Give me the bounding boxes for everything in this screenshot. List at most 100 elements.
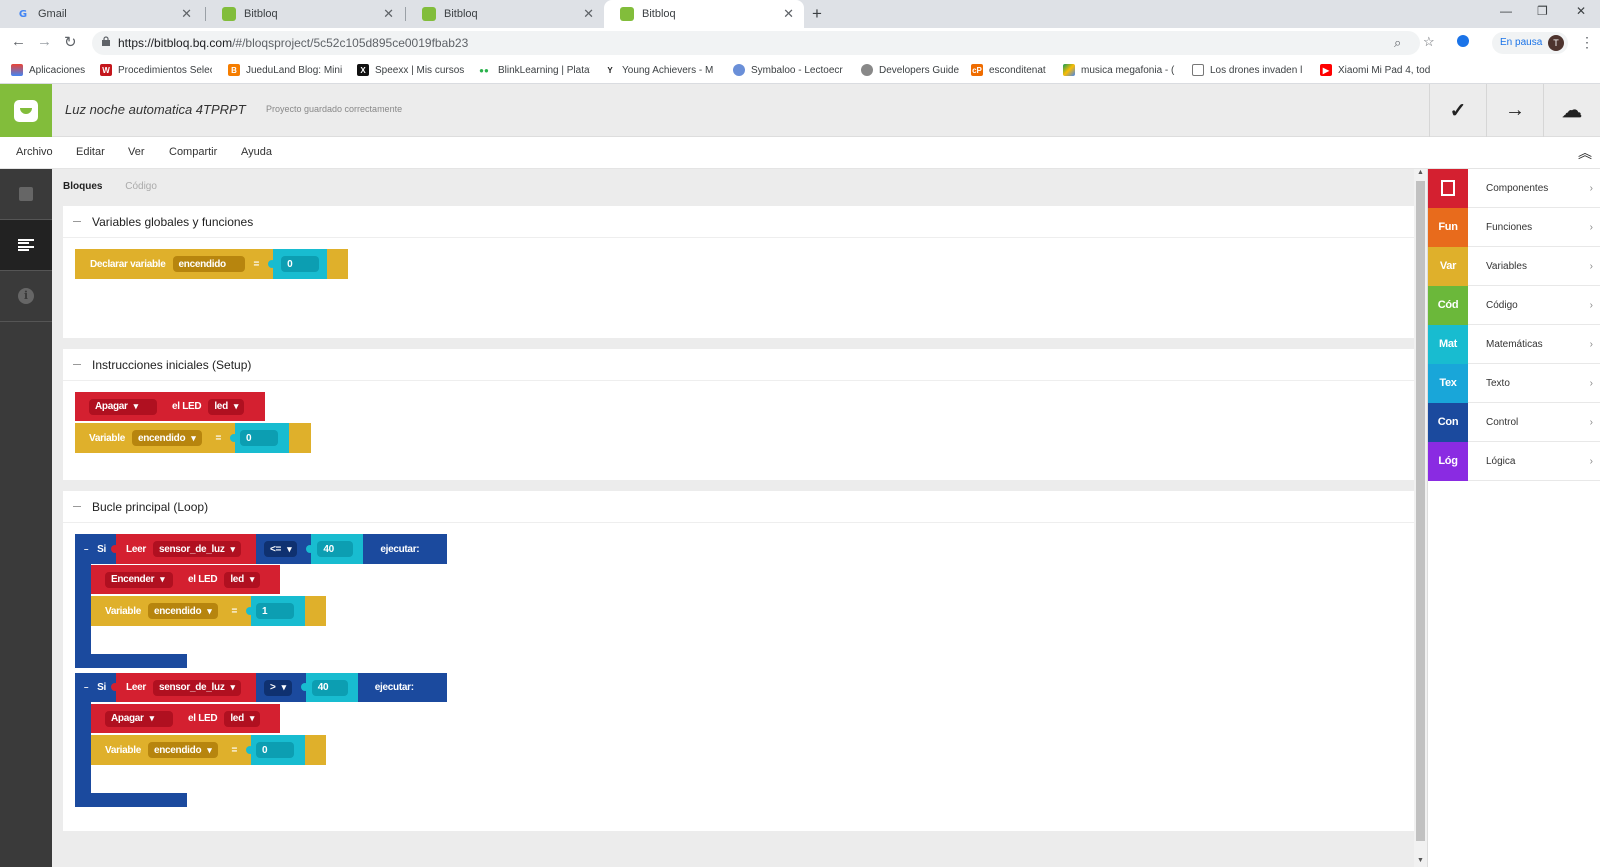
bookmark-item[interactable]: Los drones invaden l bbox=[1192, 64, 1305, 76]
number-block[interactable]: 0 bbox=[230, 423, 290, 453]
browser-tab-bitbloq-2[interactable]: Bitbloq ✕ bbox=[406, 0, 604, 28]
bookmark-star-icon[interactable]: ☆ bbox=[1423, 34, 1435, 50]
bookmark-item[interactable]: Developers Guide bbox=[861, 64, 959, 76]
new-tab-icon[interactable]: + bbox=[812, 4, 822, 24]
collapse-minus-icon[interactable] bbox=[73, 506, 81, 507]
forward-icon[interactable]: → bbox=[37, 33, 52, 50]
reload-icon[interactable]: ↻ bbox=[64, 33, 77, 51]
category-componentes[interactable]: Componentes › bbox=[1428, 168, 1600, 208]
led-off-block[interactable]: Apagar el LED led bbox=[91, 704, 280, 733]
variable-dropdown[interactable]: encendido bbox=[147, 603, 218, 619]
number-block[interactable]: 1 bbox=[246, 596, 306, 626]
loop-header[interactable]: Bucle principal (Loop) bbox=[63, 491, 1414, 523]
menu-ayuda[interactable]: Ayuda bbox=[241, 146, 272, 158]
number-input[interactable]: 0 bbox=[256, 742, 295, 758]
close-tab-icon[interactable]: ✕ bbox=[383, 6, 394, 22]
bookmark-item[interactable]: ●● BlinkLearning | Plataf bbox=[476, 64, 590, 76]
collapse-minus-icon[interactable] bbox=[73, 364, 81, 365]
bookmark-item[interactable]: cP esconditenat bbox=[971, 64, 1046, 76]
project-title[interactable]: Luz noche automatica 4TPRPT bbox=[65, 102, 246, 117]
category-matematicas[interactable]: Mat Matemáticas › bbox=[1428, 324, 1600, 364]
collapse-block-icon[interactable]: – bbox=[84, 545, 88, 554]
led-off-block[interactable]: Apagar el LED led bbox=[75, 392, 265, 421]
variable-dropdown[interactable]: encendido bbox=[147, 742, 218, 758]
menu-ver[interactable]: Ver bbox=[128, 146, 145, 158]
variable-name-input[interactable]: encendido bbox=[172, 256, 245, 272]
bookmark-item[interactable]: X Speexx | Mis cursos bbox=[357, 64, 465, 76]
category-texto[interactable]: Tex Texto › bbox=[1428, 363, 1600, 403]
address-bar[interactable]: https://bitbloq.bq.com/#/bloqsproject/5c… bbox=[92, 31, 1420, 55]
close-tab-icon[interactable]: ✕ bbox=[783, 6, 794, 22]
collapse-block-icon[interactable]: – bbox=[84, 683, 88, 692]
number-input[interactable]: 0 bbox=[240, 430, 279, 446]
bookmark-item[interactable]: Symbaloo - Lectoecr bbox=[733, 64, 843, 76]
collapse-minus-icon[interactable] bbox=[73, 221, 81, 222]
number-block[interactable]: 40 bbox=[300, 673, 358, 702]
operator-dropdown[interactable]: > bbox=[264, 679, 292, 696]
upload-button[interactable]: → bbox=[1486, 84, 1543, 137]
menu-editar[interactable]: Editar bbox=[76, 146, 105, 158]
browser-tab-bitbloq-1[interactable]: Bitbloq ✕ bbox=[206, 0, 404, 28]
menu-compartir[interactable]: Compartir bbox=[169, 146, 217, 158]
led-on-block[interactable]: Encender el LED led bbox=[91, 565, 280, 594]
number-input[interactable]: 40 bbox=[317, 541, 354, 557]
scrollbar-thumb[interactable] bbox=[1416, 181, 1425, 841]
led-target-dropdown[interactable]: led bbox=[208, 398, 245, 415]
declare-variable-block[interactable]: Declarar variable encendido = 0 bbox=[75, 249, 348, 279]
bookmark-item[interactable]: B JueduLand Blog: Mini bbox=[228, 64, 346, 76]
browser-tab-bitbloq-active[interactable]: Bitbloq ✕ bbox=[604, 0, 804, 28]
sidebar-software[interactable] bbox=[0, 220, 52, 271]
sidebar-info[interactable]: i bbox=[0, 271, 52, 322]
set-variable-block[interactable]: Variable encendido = 0 bbox=[75, 423, 311, 453]
workspace-scrollbar[interactable]: ▲ ▼ bbox=[1414, 169, 1427, 867]
browser-tab-gmail[interactable]: G Gmail ✕ bbox=[0, 0, 202, 28]
extension-icon[interactable] bbox=[1457, 35, 1469, 47]
close-tab-icon[interactable]: ✕ bbox=[181, 6, 192, 22]
number-block[interactable]: 0 bbox=[268, 249, 328, 279]
globals-header[interactable]: Variables globales y funciones bbox=[63, 206, 1414, 238]
operator-dropdown[interactable]: <= bbox=[264, 541, 298, 557]
category-variables[interactable]: Var Variables › bbox=[1428, 246, 1600, 286]
number-input[interactable]: 1 bbox=[256, 603, 295, 619]
collapse-up-icon[interactable]: ︽ bbox=[1578, 143, 1592, 163]
menu-archivo[interactable]: Archivo bbox=[16, 146, 53, 158]
scroll-up-icon[interactable]: ▲ bbox=[1417, 169, 1424, 176]
variable-dropdown[interactable]: encendido bbox=[131, 430, 202, 446]
bookmark-item[interactable]: Y Young Achievers - M bbox=[604, 64, 716, 76]
verify-button[interactable]: ✓ bbox=[1429, 84, 1486, 137]
tab-bloques[interactable]: Bloques bbox=[63, 181, 102, 192]
sidebar-hardware[interactable] bbox=[0, 169, 52, 220]
close-tab-icon[interactable]: ✕ bbox=[583, 6, 594, 22]
number-block[interactable]: 0 bbox=[246, 735, 306, 765]
sensor-dropdown[interactable]: sensor_de_luz bbox=[152, 679, 241, 696]
led-action-dropdown[interactable]: Apagar bbox=[89, 398, 157, 415]
if-block[interactable]: – Si Leer sensor_de_luz > 40 ejecutar: bbox=[75, 673, 447, 702]
close-window-icon[interactable]: ✕ bbox=[1576, 4, 1586, 18]
set-variable-block[interactable]: Variable encendido = 0 bbox=[91, 735, 326, 765]
sensor-dropdown[interactable]: sensor_de_luz bbox=[152, 541, 241, 557]
led-action-dropdown[interactable]: Apagar bbox=[105, 710, 173, 727]
category-logica[interactable]: Lóg Lógica › bbox=[1428, 441, 1600, 481]
bookmark-item[interactable]: musica megafonia - ( bbox=[1063, 64, 1175, 76]
if-block[interactable]: – Si Leer sensor_de_luz <= 40 ejecutar: bbox=[75, 534, 447, 564]
tab-codigo[interactable]: Código bbox=[125, 181, 157, 192]
restore-icon[interactable]: ❐ bbox=[1537, 4, 1548, 18]
led-action-dropdown[interactable]: Encender bbox=[105, 571, 173, 588]
read-sensor-block[interactable]: Leer sensor_de_luz bbox=[111, 534, 257, 564]
setup-header[interactable]: Instrucciones iniciales (Setup) bbox=[63, 349, 1414, 381]
number-input[interactable]: 0 bbox=[281, 256, 320, 272]
led-target-dropdown[interactable]: led bbox=[224, 571, 261, 588]
category-control[interactable]: Con Control › bbox=[1428, 402, 1600, 442]
number-input[interactable]: 40 bbox=[311, 679, 348, 696]
led-target-dropdown[interactable]: led bbox=[224, 710, 261, 727]
bitbloq-logo[interactable] bbox=[0, 84, 52, 137]
number-block[interactable]: 40 bbox=[306, 534, 364, 564]
scroll-down-icon[interactable]: ▼ bbox=[1417, 857, 1424, 864]
zoom-icon[interactable]: ⌕ bbox=[1394, 35, 1401, 51]
category-codigo[interactable]: Cód Código › bbox=[1428, 285, 1600, 325]
set-variable-block[interactable]: Variable encendido = 1 bbox=[91, 596, 326, 626]
read-sensor-block[interactable]: Leer sensor_de_luz bbox=[111, 673, 257, 702]
bookmark-item[interactable]: W Procedimientos Selec bbox=[100, 64, 212, 76]
bookmark-item[interactable]: ▶ Xiaomi Mi Pad 4, tod bbox=[1320, 64, 1432, 76]
profile-pause-button[interactable]: En pausa T bbox=[1492, 32, 1568, 54]
